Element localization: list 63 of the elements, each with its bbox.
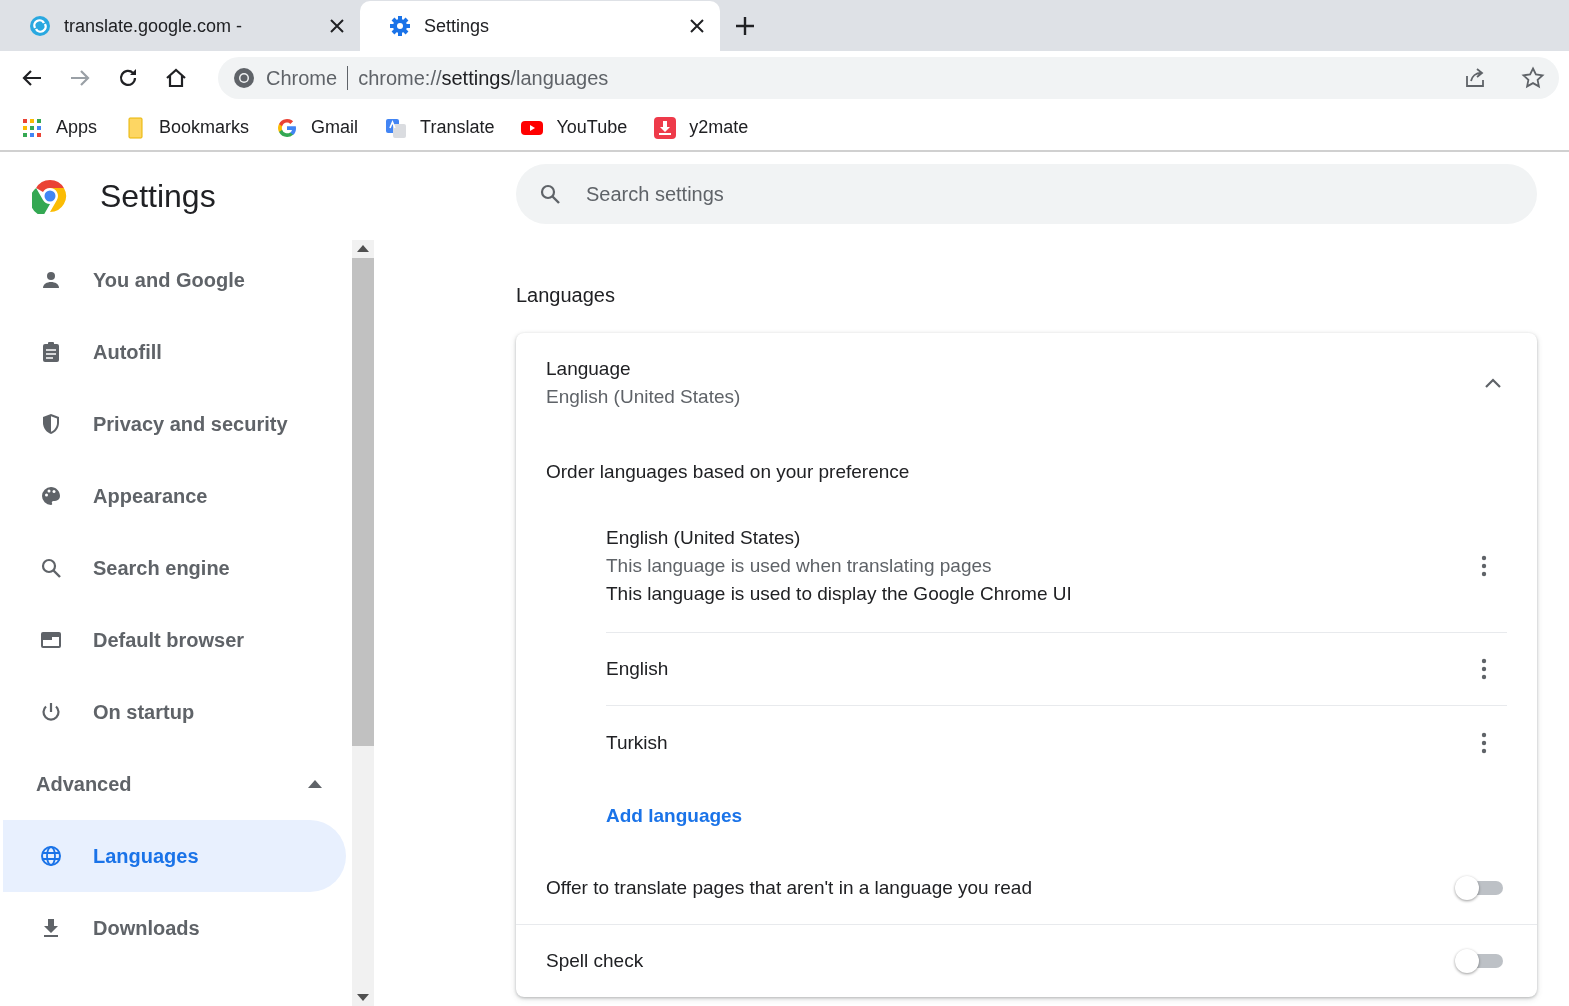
toggle-switch[interactable] bbox=[1455, 948, 1503, 974]
sidebar-item[interactable]: Downloads bbox=[3, 892, 346, 964]
sidebar-item[interactable]: Default browser bbox=[3, 604, 346, 676]
bookmark-item[interactable]: YouTube bbox=[520, 115, 628, 140]
power-icon bbox=[39, 700, 63, 724]
more-menu-button[interactable] bbox=[1481, 555, 1487, 577]
search-icon bbox=[538, 182, 562, 206]
bookmark-item[interactable]: Apps bbox=[20, 115, 98, 140]
chrome-logo-icon bbox=[232, 66, 256, 90]
chrome-logo-icon bbox=[32, 178, 68, 214]
home-button[interactable] bbox=[164, 66, 188, 90]
bookmark-item[interactable]: Translate bbox=[384, 115, 495, 140]
palette-icon bbox=[39, 484, 63, 508]
scroll-down-icon[interactable] bbox=[357, 994, 369, 1002]
bookmark-item[interactable]: y2mate bbox=[653, 115, 749, 140]
setting-label: Offer to translate pages that aren't in a language you read bbox=[546, 876, 1032, 899]
section-title: Languages bbox=[516, 284, 616, 307]
setting-label: Spell check bbox=[546, 950, 644, 972]
bookmark-star-button[interactable] bbox=[1521, 66, 1545, 90]
setting-value: English (United States) bbox=[546, 386, 741, 408]
toggle-switch[interactable] bbox=[1455, 874, 1503, 901]
setting-label: Language bbox=[546, 358, 632, 380]
more-menu-button[interactable] bbox=[1481, 731, 1487, 754]
share-button[interactable] bbox=[1463, 66, 1487, 90]
translate-icon bbox=[28, 14, 52, 38]
gear-icon bbox=[388, 14, 412, 38]
language-name: English bbox=[606, 658, 669, 680]
plus-icon bbox=[735, 16, 755, 36]
language-name: English (United States) bbox=[606, 527, 802, 549]
globe-icon bbox=[39, 844, 63, 868]
close-tab-button[interactable] bbox=[690, 19, 704, 33]
sidebar-item[interactable]: Languages bbox=[3, 820, 346, 892]
sidebar-item[interactable]: Appearance bbox=[3, 460, 346, 532]
search-field[interactable]: Search settings bbox=[516, 164, 1537, 224]
bookmark-item[interactable]: Bookmarks bbox=[123, 115, 250, 140]
collapse-button[interactable] bbox=[1485, 378, 1501, 388]
bookmark-item[interactable]: Gmail bbox=[275, 115, 359, 140]
language-note: This language is used when translating pages bbox=[606, 555, 993, 577]
scroll-up-icon[interactable] bbox=[357, 244, 369, 252]
language-name: Turkish bbox=[606, 731, 668, 754]
more-menu-button[interactable] bbox=[1481, 658, 1487, 680]
sidebar-item[interactable]: You and Google bbox=[3, 244, 346, 316]
sidebar-item[interactable]: Privacy and security bbox=[3, 388, 346, 460]
sidebar-item[interactable]: Autofill bbox=[3, 316, 346, 388]
browser-tab[interactable]: Settings bbox=[360, 1, 720, 51]
caret-icon bbox=[308, 780, 322, 788]
close-tab-button[interactable] bbox=[330, 19, 344, 33]
browser-tab[interactable]: translate.google.com - bbox=[0, 1, 360, 51]
settings-title: Settings bbox=[100, 177, 216, 215]
advanced-toggle[interactable]: Advanced bbox=[0, 748, 352, 820]
search-icon bbox=[39, 556, 63, 580]
sidebar-item[interactable]: On startup bbox=[3, 676, 346, 748]
language-note: This language is used to display the Google Chrome UI bbox=[606, 583, 1072, 605]
address-bar[interactable]: Chrome chrome://settings/languages bbox=[218, 57, 1559, 99]
tab-title: translate.google.com - bbox=[64, 15, 244, 37]
download-icon bbox=[653, 115, 678, 140]
site-origin: Chrome bbox=[266, 66, 338, 90]
add-languages-link[interactable]: Add languages bbox=[516, 779, 1537, 851]
url-text: chrome://settings/languages bbox=[358, 66, 610, 90]
section-label: Order languages based on your preference bbox=[546, 461, 910, 482]
tab-title: Settings bbox=[424, 15, 491, 37]
sidebar-item[interactable]: Search engine bbox=[3, 532, 346, 604]
scrollbar[interactable] bbox=[352, 240, 374, 1006]
